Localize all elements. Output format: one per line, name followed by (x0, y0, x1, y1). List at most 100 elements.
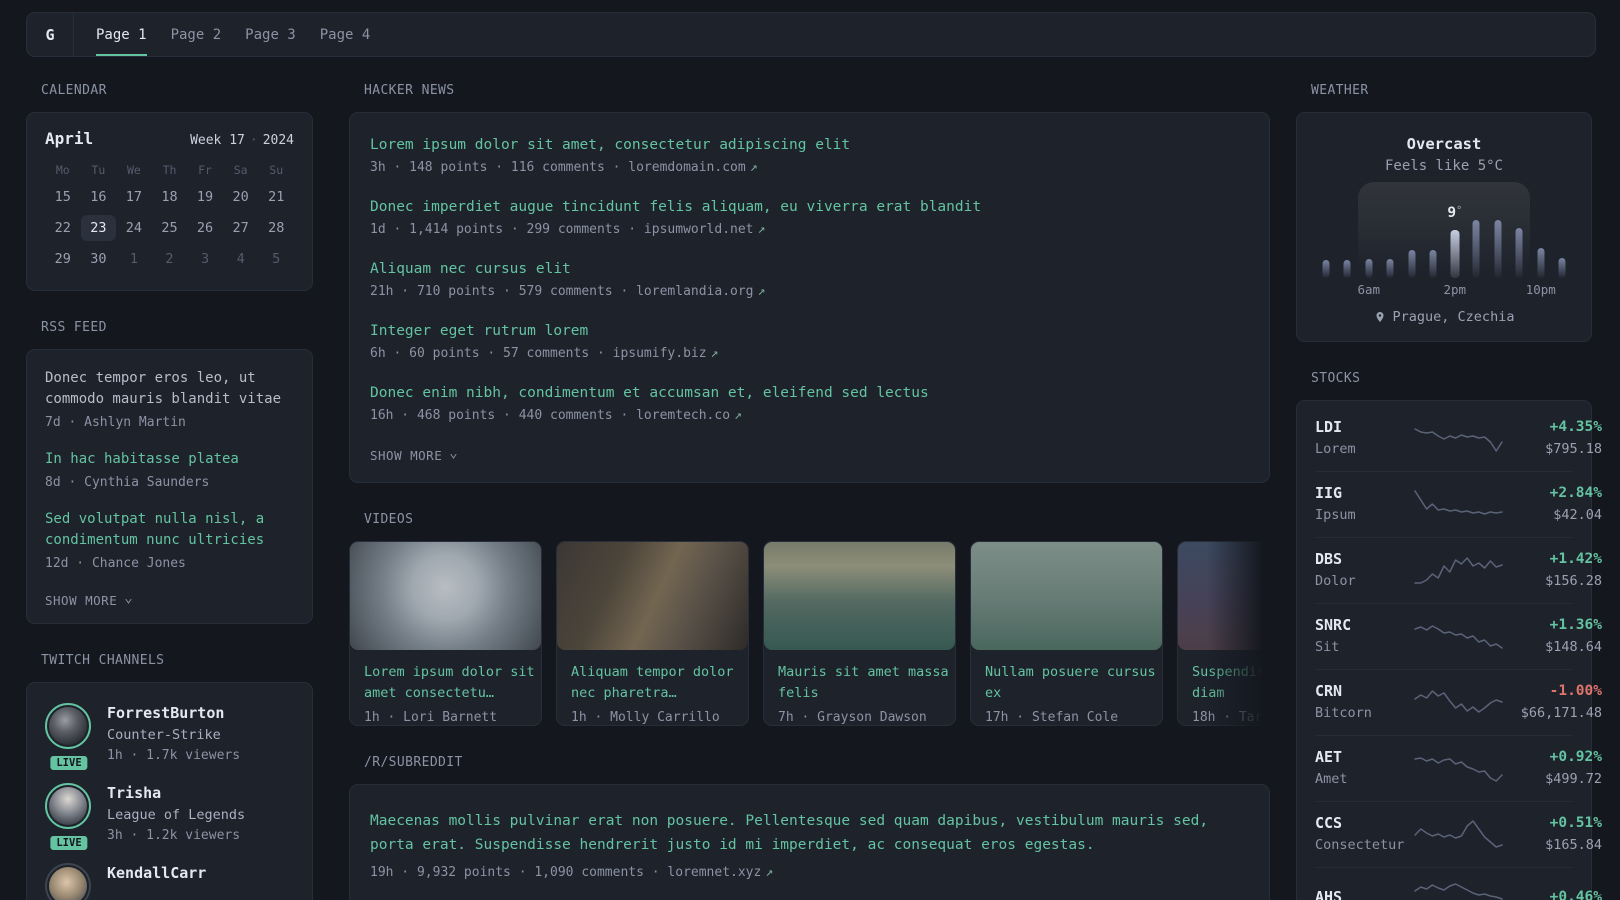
stocks-block: STOCKS LDI Lorem +4.35% $795.18 IIG Ipsum +2.8… (1296, 371, 1602, 900)
video-title[interactable]: Mauris sit amet massa felis (778, 662, 955, 704)
tab-page-1[interactable]: Page 1 (96, 13, 147, 56)
feed-item: Integer eget rutrum lorem 6h · 60 points … (370, 321, 1249, 363)
stock-change: +0.46% (1549, 888, 1602, 900)
calendar-day: 24 (125, 220, 143, 236)
columns-layout: CALENDAR April Week 17 · 2024 Mo Tu We Th Fr Sa… (26, 83, 1602, 900)
hacker-news-section-label: HACKER NEWS (364, 83, 455, 98)
tab-page-3[interactable]: Page 3 (245, 13, 296, 56)
twitch-avatar-wrap: LIVE (45, 703, 93, 772)
stock-price: $42.04 (1553, 507, 1602, 523)
calendar-widget: April Week 17 · 2024 Mo Tu We Th Fr Sa Su 15 16 17… (26, 112, 313, 291)
weather-location-row: Prague, Czechia (1313, 309, 1575, 325)
calendar-month: April (45, 129, 94, 148)
tab-page-2[interactable]: Page 2 (171, 13, 222, 56)
stock-sparkline-cell (1411, 817, 1506, 851)
weather-bar (1386, 259, 1394, 278)
feed-item-meta: 7d · Ashlyn Martin (45, 415, 186, 430)
tab-page-4[interactable]: Page 4 (320, 13, 371, 56)
feed-item-title[interactable]: Donec tempor eros leo, ut commodo mauris… (45, 368, 294, 410)
twitch-channel-game: Counter-Strike (107, 727, 221, 743)
stock-row[interactable]: IIG Ipsum +2.84% $42.04 (1315, 471, 1602, 537)
video-title[interactable]: Nullam posuere cursus ex (985, 662, 1162, 704)
feed-item-meta: 12d · Chance Jones (45, 556, 186, 571)
live-badge: LIVE (48, 834, 90, 852)
stock-sparkline-cell (1411, 880, 1506, 900)
weather-feels-like: Feels like 5°C (1384, 158, 1503, 174)
video-card[interactable]: Lorem ipsum dolor sit amet consectetu… 1h… (349, 541, 542, 726)
stock-price: $795.18 (1545, 441, 1602, 457)
calendar-day-header: Sa (233, 163, 248, 177)
stock-row[interactable]: AET Amet +0.92% $499.72 (1315, 735, 1602, 801)
subreddit-widget: Maecenas mollis pulvinar erat non posuer… (349, 784, 1270, 900)
calendar-day: 29 (54, 251, 71, 267)
stock-row[interactable]: DBS Dolor +1.42% $156.28 (1315, 537, 1602, 603)
stock-row[interactable]: LDI Lorem +4.35% $795.18 (1315, 406, 1602, 471)
external-link-icon: ↗ (765, 865, 774, 880)
calendar-day: 15 (54, 189, 71, 205)
stock-change: +2.84% (1549, 485, 1602, 501)
feed-item-title[interactable]: Donec enim nibh, condimentum et accumsan… (370, 383, 1249, 403)
feed-item-title[interactable]: Sed volutpat nulla nisl, a condimentum n… (45, 509, 294, 551)
feed-item-title[interactable]: Integer eget rutrum lorem (370, 321, 1249, 341)
video-card[interactable]: Aliquam tempor dolor nec pharetra… 1h · M… (556, 541, 749, 726)
stock-name: Bitcorn (1315, 705, 1372, 721)
stocks-section-label: STOCKS (1311, 371, 1361, 386)
feed-item-title[interactable]: Donec imperdiet augue tincidunt felis al… (370, 197, 1249, 217)
show-more-button[interactable]: SHOW MORE ⌄ (45, 591, 133, 609)
stock-symbol-block: AHS (1315, 888, 1411, 900)
stock-price: $156.28 (1545, 573, 1602, 589)
chevron-down-icon: ⌄ (449, 444, 459, 461)
external-link-icon: ↗ (757, 222, 766, 237)
video-card[interactable]: Mauris sit amet massa felis 7h · Grayson … (763, 541, 956, 726)
stock-row[interactable]: CCS Consectetur +0.51% $165.84 (1315, 801, 1602, 867)
twitch-channel-meta: 3h · 1.2k viewers (107, 828, 241, 843)
calendar-day: 26 (196, 220, 214, 236)
feed-item-title[interactable]: Aliquam nec cursus elit (370, 259, 1249, 279)
hacker-news-block: HACKER NEWS Lorem ipsum dolor sit amet, … (349, 83, 1270, 483)
calendar-days-grid: 15 16 17 18 19 20 21 22 23 24 25 26 27 28 29 30 1 2 3 4 5 (45, 184, 294, 272)
stock-value-block: +0.92% $499.72 (1506, 748, 1602, 788)
stock-ticker: IIG (1315, 484, 1343, 502)
time-axis-label: 6am (1357, 282, 1381, 297)
weather-location: Prague, Czechia (1392, 309, 1515, 325)
stock-symbol-block: DBS Dolor (1315, 550, 1411, 590)
twitch-channel-row[interactable]: LIVE Trisha League of Legends 3h · 1.2k vie… (45, 783, 294, 852)
stock-ticker: AHS (1315, 887, 1343, 900)
time-axis-label: 2pm (1443, 282, 1467, 297)
show-more-label: SHOW MORE (45, 593, 118, 608)
dot-separator: · (249, 133, 258, 148)
twitch-channel-row[interactable]: KendallCarr (45, 863, 294, 900)
calendar-day: 20 (232, 189, 249, 205)
calendar-day: 22 (54, 220, 71, 236)
videos-block: VIDEOS Lorem ipsum dolor sit amet consec… (349, 512, 1270, 726)
left-column: CALENDAR April Week 17 · 2024 Mo Tu We Th Fr Sa… (26, 83, 313, 900)
stock-price: $165.84 (1545, 837, 1602, 853)
stock-name: Consectetur (1315, 837, 1405, 853)
weather-bar (1494, 220, 1502, 278)
weather-bar (1408, 250, 1416, 278)
stock-row[interactable]: CRN Bitcorn -1.00% $66,171.48 (1315, 669, 1602, 735)
stock-row[interactable]: AHS +0.46% (1315, 867, 1602, 900)
feed-item: Donec imperdiet augue tincidunt felis al… (370, 197, 1249, 239)
stock-sparkline (1414, 883, 1503, 900)
stock-row[interactable]: SNRC Sit +1.36% $148.64 (1315, 603, 1602, 669)
video-title[interactable]: Lorem ipsum dolor sit amet consectetu… (364, 662, 541, 704)
calendar-day: 18 (161, 189, 178, 205)
calendar-day-header: Su (269, 163, 284, 177)
feed-item-title[interactable]: Maecenas mollis pulvinar erat non posuer… (370, 809, 1249, 857)
video-title[interactable]: Aliquam tempor dolor nec pharetra… (571, 662, 748, 704)
subreddit-section-label: /R/SUBREDDIT (364, 755, 463, 770)
page-tabs: Page 1 Page 2 Page 3 Page 4 (96, 13, 370, 56)
video-meta: 17h · Stefan Cole (985, 710, 1119, 725)
feed-item-title[interactable]: Lorem ipsum dolor sit amet, consectetur … (370, 135, 1249, 155)
video-meta: 1h · Lori Barnett (364, 710, 498, 725)
app-logo[interactable]: G (27, 13, 73, 56)
show-more-button[interactable]: SHOW MORE ⌄ (370, 444, 459, 464)
twitch-channel-row[interactable]: LIVE ForrestBurton Counter-Strike 1h · 1.7k… (45, 703, 294, 772)
stock-sparkline (1414, 690, 1503, 713)
calendar-day: 4 (236, 251, 245, 267)
external-link-icon: ↗ (710, 346, 719, 361)
video-card[interactable]: Nullam posuere cursus ex 17h · Stefan Col… (970, 541, 1163, 726)
stock-change: +4.35% (1549, 419, 1602, 435)
feed-item-title[interactable]: In hac habitasse platea (45, 449, 294, 470)
